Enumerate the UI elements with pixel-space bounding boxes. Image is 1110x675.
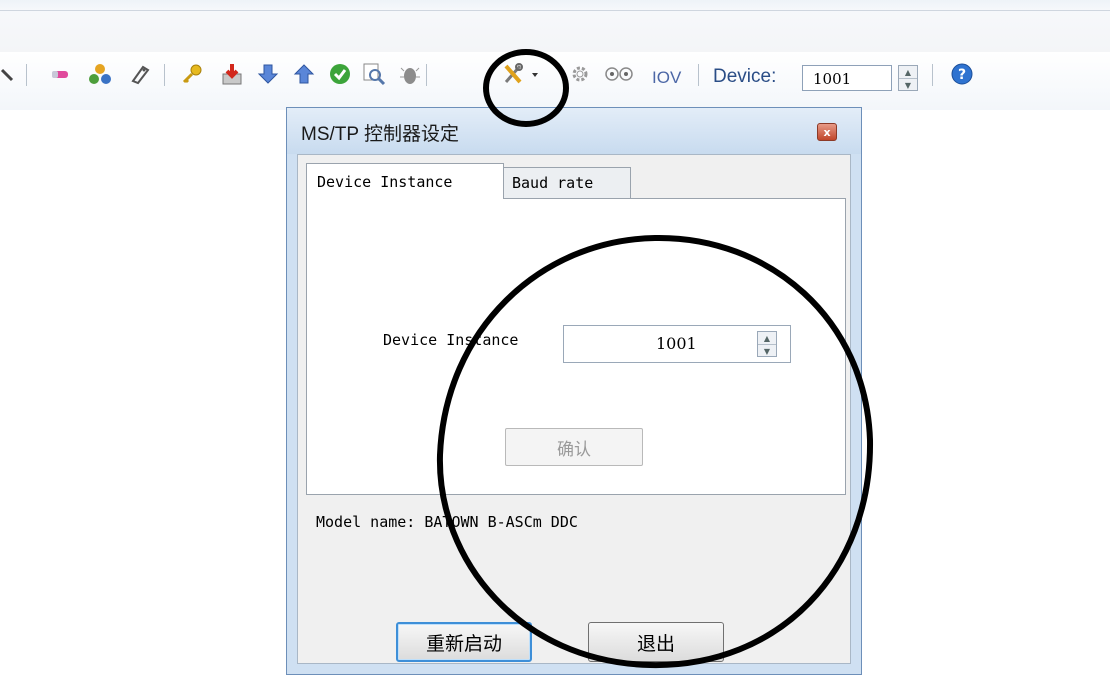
tab-panel: Device Instance 1001 ▲ ▼ 确认 [306,198,846,495]
toolbar-separator [932,64,933,86]
toolbar-separator [26,64,27,86]
arrow-up-icon[interactable] [292,62,316,86]
eyes-icon[interactable] [602,62,636,86]
main-toolbar: IOV Device: 1001 ▲ ▼ ? [0,52,1110,110]
exit-button[interactable]: 退出 [588,622,724,662]
spin-up-icon[interactable]: ▲ [899,66,917,79]
dialog-titlebar[interactable]: MS/TP 控制器设定 x [287,108,861,154]
bug-icon[interactable] [398,62,422,86]
device-instance-spinner[interactable]: ▲ ▼ [757,331,777,357]
iov-label[interactable]: IOV [652,68,681,88]
top-divider [0,10,1110,11]
device-label: Device: [713,66,777,87]
download-box-icon[interactable] [220,62,244,86]
device-input[interactable]: 1001 [802,65,892,91]
tab-device-instance[interactable]: Device Instance [306,163,504,199]
title-area [0,0,1110,52]
tag-icon[interactable] [128,62,152,86]
confirm-button[interactable]: 确认 [505,428,643,466]
spin-up-icon[interactable]: ▲ [758,332,776,345]
svg-text:?: ? [958,67,966,83]
toolbar-separator [164,64,165,86]
arrow-down-icon[interactable] [256,62,280,86]
magnifier-icon[interactable] [0,62,18,86]
dialog-title: MS/TP 控制器设定 [301,124,459,145]
eraser-icon[interactable] [48,62,72,86]
key-icon[interactable] [180,62,204,86]
model-name-text: Model name: BATOWN B-ASCm DDC [316,513,578,531]
toolbar-separator [426,64,427,86]
spin-down-icon[interactable]: ▼ [758,345,776,357]
mstp-controller-dialog: MS/TP 控制器设定 x Device Instance Baud rate … [286,107,862,675]
molecules-icon[interactable] [88,62,112,86]
dialog-client-area: Device Instance Baud rate Device Instanc… [297,154,851,664]
help-icon[interactable]: ? [950,62,974,86]
gear-icon[interactable] [568,62,592,86]
search-icon[interactable] [362,62,386,86]
spin-down-icon[interactable]: ▼ [899,79,917,91]
device-instance-label: Device Instance [383,331,519,349]
device-spinner[interactable]: ▲ ▼ [898,65,918,91]
tab-baud-rate[interactable]: Baud rate [503,167,631,199]
tools-dropdown-icon[interactable] [502,62,542,86]
toolbar-separator [698,64,699,86]
check-circle-icon[interactable] [328,62,352,86]
close-button[interactable]: x [817,123,837,141]
restart-button[interactable]: 重新启动 [396,622,532,662]
